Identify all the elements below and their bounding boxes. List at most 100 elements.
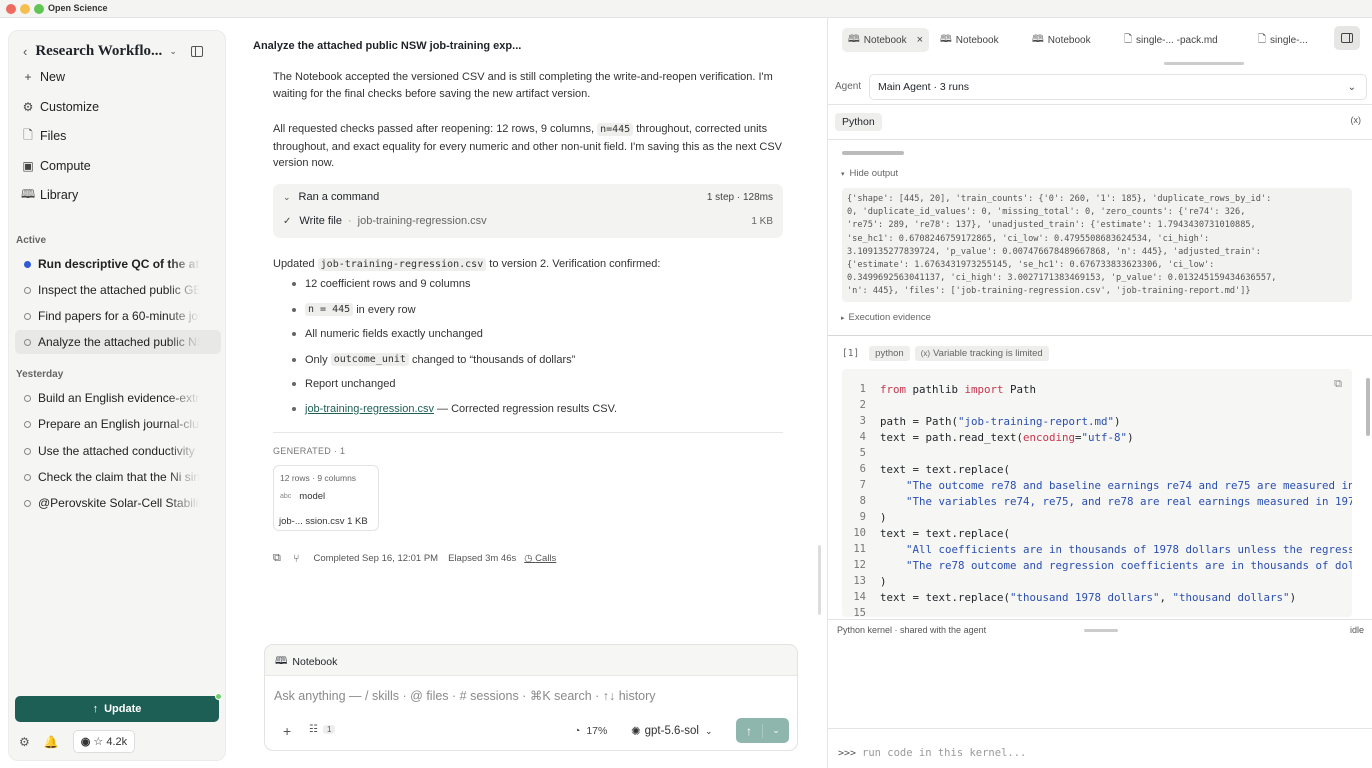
- session-item[interactable]: Inspect the attached public GEO: [15, 278, 221, 302]
- star-count: 4.2k: [106, 736, 128, 748]
- notebook-icon: 🕮: [1032, 33, 1044, 45]
- repl-input[interactable]: run code in this kernel...: [862, 747, 1026, 759]
- code-line: "The re78 outcome and regression coeffic…: [906, 559, 1352, 572]
- session-item[interactable]: Find papers for a 60-minute journal: [15, 304, 221, 328]
- sidebar-item-library[interactable]: 🕮 Library: [21, 182, 221, 208]
- variable-tracking-label: Variable tracking is limited: [933, 348, 1043, 359]
- tab-notebook-1[interactable]: 🕮 Notebook ×: [842, 28, 930, 52]
- line-number: 13: [853, 575, 866, 587]
- session-dot-icon: [24, 312, 31, 320]
- list-item: 12 coefficient rows and 9 columns: [292, 278, 471, 290]
- update-button[interactable]: ↑ Update: [15, 693, 222, 722]
- sidebar-item-customize[interactable]: ⚙ Customize: [21, 94, 221, 120]
- line-number: 2: [859, 399, 866, 411]
- minimize-window-button[interactable]: [20, 4, 30, 14]
- message-text: to version 2. Verification confirmed:: [486, 258, 661, 270]
- files-icon: 🗋: [23, 127, 33, 142]
- session-item[interactable]: Check the claim that the Ni single: [15, 465, 221, 489]
- tab-notebook-3[interactable]: 🕮 Notebook: [1032, 28, 1091, 52]
- sidebar-item-label: Library: [40, 188, 79, 202]
- session-title: Find papers for a 60-minute journal: [38, 309, 200, 323]
- copy-icon[interactable]: ⧉: [273, 552, 281, 565]
- cell-toolbar: Python (x): [828, 104, 1372, 140]
- output-scrollbar[interactable]: [842, 151, 904, 155]
- send-options-chevron-icon[interactable]: ⌄: [763, 725, 789, 736]
- sidebar-toggle-icon[interactable]: [190, 45, 203, 57]
- sidebar-item-label: Compute: [40, 159, 91, 173]
- session-item-selected[interactable]: Analyze the attached public NSW: [15, 330, 221, 354]
- back-icon[interactable]: ‹: [23, 44, 27, 59]
- panel-resize-handle[interactable]: [818, 545, 821, 615]
- session-item[interactable]: Build an English evidence-extraction: [15, 386, 221, 410]
- sidebar-item-compute[interactable]: ▣ Compute: [21, 153, 221, 179]
- code-line: "All coefficients are in thousands of 19…: [906, 543, 1352, 556]
- list-item-text: 12 coefficient rows and 9 columns: [305, 278, 471, 290]
- tools-button[interactable]: ☷ 1: [309, 724, 336, 735]
- cell-index: [1]: [842, 348, 860, 359]
- calls-link[interactable]: ◷ Calls: [524, 553, 556, 564]
- close-tab-icon[interactable]: ×: [917, 34, 923, 46]
- status-resize-handle[interactable]: [1084, 629, 1118, 632]
- send-arrow-icon[interactable]: ↑: [736, 723, 763, 738]
- chevron-down-icon[interactable]: ⌄: [169, 46, 177, 57]
- command-step[interactable]: ✓ Write file · job-training-regression.c…: [283, 215, 773, 227]
- hide-output-toggle[interactable]: ▾ Hide output: [841, 168, 898, 179]
- add-attachment-icon[interactable]: +: [283, 723, 291, 739]
- editor-scrollbar[interactable]: [1366, 378, 1370, 436]
- cell-header: [1] python (x) Variable tracking is limit…: [842, 346, 1049, 361]
- variables-icon[interactable]: (x): [1351, 115, 1362, 125]
- tab-file-2[interactable]: 🗋 single-...: [1258, 28, 1338, 52]
- bell-icon[interactable]: 🔔: [44, 735, 59, 749]
- completed-time: Completed Sep 16, 12:01 PM: [313, 553, 439, 564]
- artifact-column: abc model: [280, 491, 325, 502]
- context-usage[interactable]: ◔ 17%: [574, 725, 607, 737]
- tab-label: Notebook: [955, 34, 999, 46]
- calls-icon: ◷: [524, 553, 533, 564]
- line-number: 5: [859, 447, 866, 459]
- session-item[interactable]: Prepare an English journal-club: [15, 412, 221, 436]
- variables-icon: (x): [920, 349, 931, 358]
- tab-file-md[interactable]: 🗋 single-... -pack.md: [1124, 28, 1218, 52]
- code-editor[interactable]: ⧉ 1 from pathlib import Path 2 3 path = Pa…: [842, 369, 1352, 617]
- session-item[interactable]: @Perovskite Solar-Cell Stability: [15, 491, 221, 515]
- tabs-scrollbar[interactable]: [1164, 62, 1244, 65]
- workspace-header: ‹ Research Workflo... ⌄: [23, 41, 219, 61]
- sidebar-item-new[interactable]: + New: [21, 64, 221, 90]
- generated-header: GENERATED · 1: [273, 446, 346, 456]
- sidebar-item-files[interactable]: 🗋 Files: [21, 123, 221, 149]
- tab-notebook-2[interactable]: 🕮 Notebook: [940, 28, 999, 52]
- context-chip[interactable]: 🕮 Notebook: [275, 653, 337, 671]
- line-number: 14: [853, 591, 866, 603]
- kernel-chip[interactable]: Python: [835, 113, 882, 131]
- column-type: abc: [280, 493, 292, 500]
- model-selector[interactable]: ✺ gpt-5.6-sol ⌄: [631, 724, 713, 738]
- zoom-window-button[interactable]: [34, 4, 44, 14]
- settings-gear-icon[interactable]: ⚙: [19, 735, 30, 749]
- inline-code: n=445: [597, 123, 634, 136]
- copy-code-icon[interactable]: ⧉: [1334, 377, 1342, 391]
- cell-language-chip[interactable]: python: [869, 346, 910, 361]
- close-window-button[interactable]: [6, 4, 16, 14]
- sidebar-item-label: Customize: [40, 100, 100, 114]
- agent-select[interactable]: Main Agent · 3 runs ⌄: [869, 74, 1367, 100]
- line-number: 4: [859, 431, 866, 443]
- chevron-down-icon: ⌄: [704, 725, 713, 736]
- caret-right-icon: ▸: [841, 315, 845, 322]
- workspace-name[interactable]: Research Workflo...: [35, 43, 163, 60]
- session-item[interactable]: Run descriptive QC of the attached: [15, 252, 221, 276]
- github-stars-button[interactable]: ◉ ☆ 4.2k: [72, 730, 136, 753]
- list-item-text: changed to “thousands of dollars”: [408, 353, 576, 366]
- session-dot-icon: [24, 338, 31, 346]
- artifact-meta: 12 rows · 9 columns: [280, 473, 357, 483]
- code-line: text = text.replace(: [880, 463, 1011, 476]
- tab-label: single-... -pack.md: [1136, 34, 1218, 46]
- session-title: Run descriptive QC of the attached: [38, 257, 200, 271]
- message-input[interactable]: Ask anything — / skills · @ files · # se…: [274, 688, 784, 703]
- session-item[interactable]: Use the attached conductivity: [15, 439, 221, 463]
- artifact-card[interactable]: 12 rows · 9 columns abc model job-... ssi…: [273, 465, 379, 531]
- panel-toggle-button[interactable]: [1334, 26, 1360, 50]
- file-link[interactable]: job-training-regression.csv: [305, 403, 434, 415]
- command-header[interactable]: ⌄ Ran a command 1 step · 128ms: [283, 191, 773, 203]
- branch-icon[interactable]: ⑂: [293, 553, 300, 565]
- execution-evidence-toggle[interactable]: ▸ Execution evidence: [841, 312, 931, 323]
